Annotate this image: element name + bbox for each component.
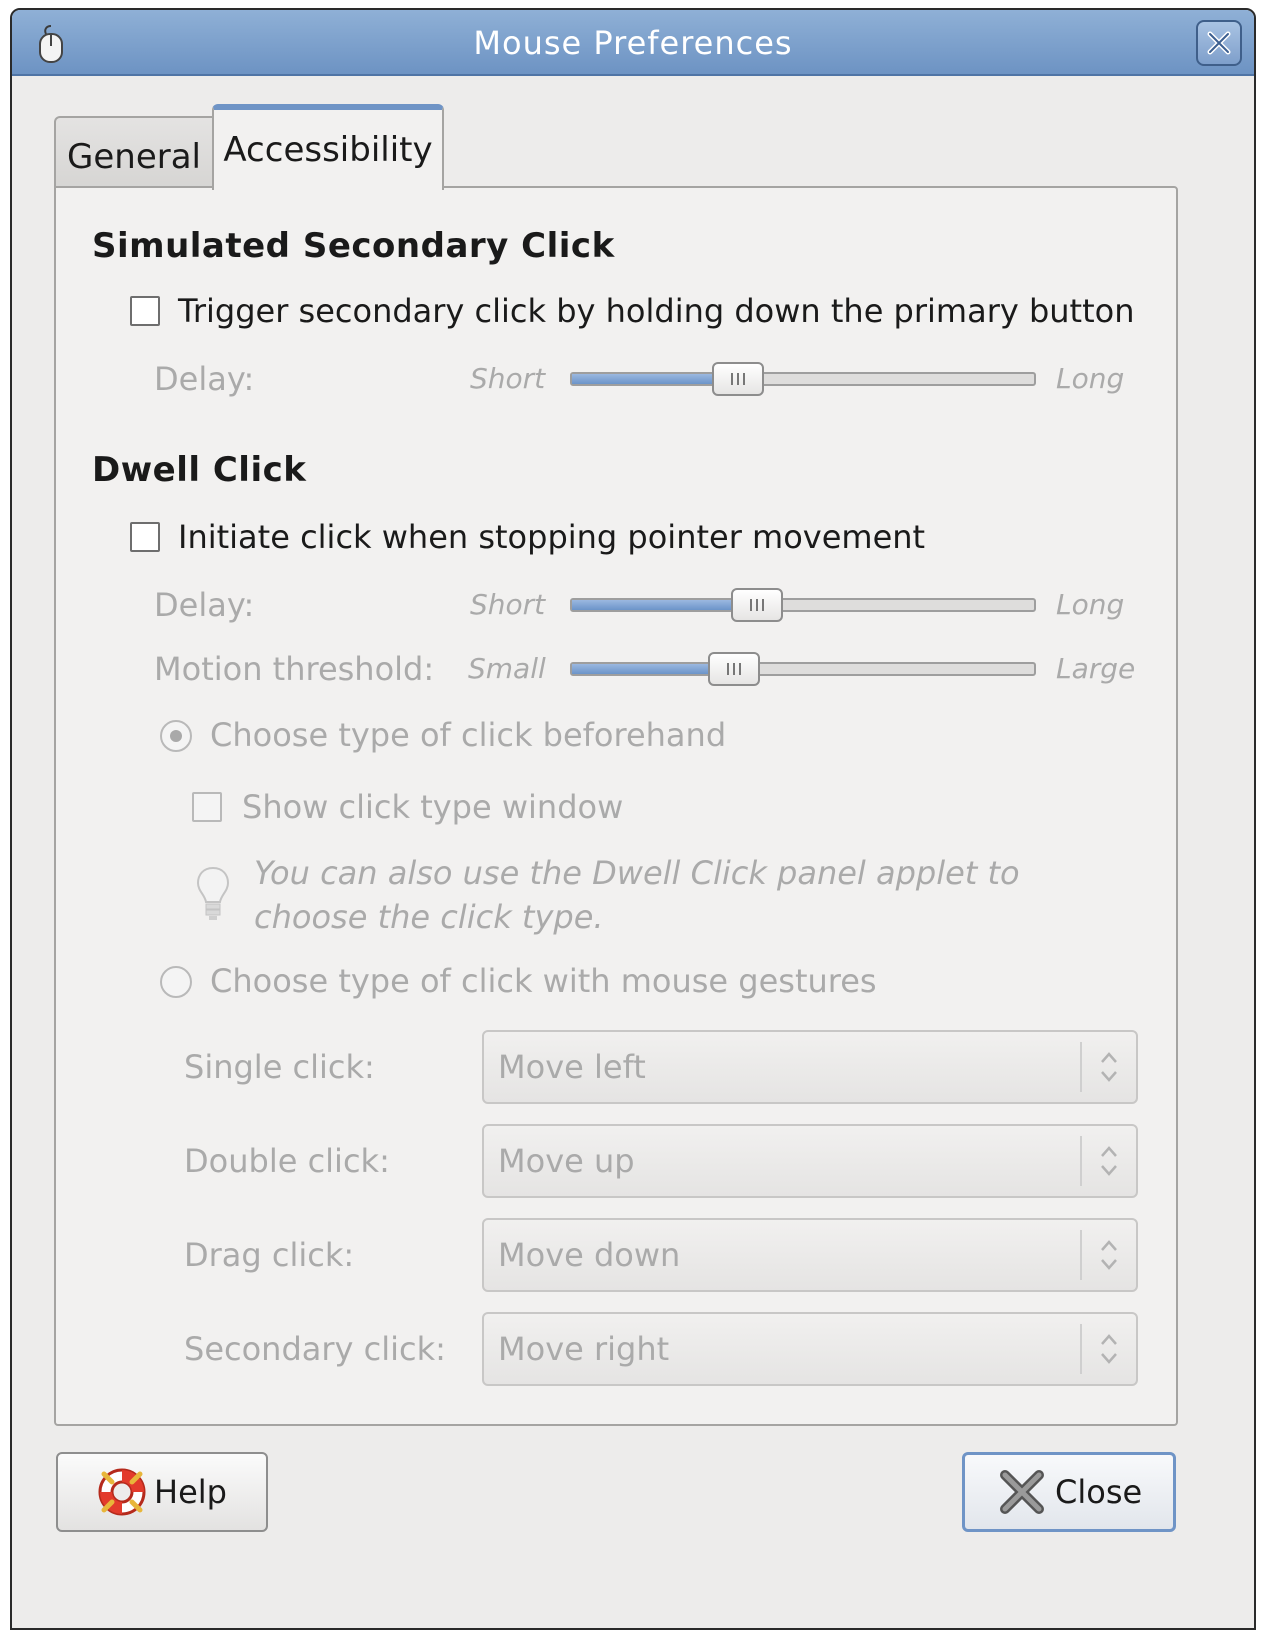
dwell-hint-line1: You can also use the Dwell Click panel a… (254, 854, 1020, 892)
tab-label: Accessibility (223, 130, 433, 170)
close-x-icon (1000, 1470, 1044, 1514)
section-heading-secondary-click: Simulated Secondary Click (92, 226, 615, 266)
up-down-arrows-icon (1101, 1052, 1117, 1082)
motion-threshold-slider[interactable] (570, 652, 1036, 686)
secondary-click-gesture-label: Secondary click: (184, 1330, 446, 1368)
close-button[interactable]: Close (962, 1452, 1176, 1532)
lightbulb-icon (196, 866, 230, 920)
tab-accessibility[interactable]: Accessibility (212, 104, 444, 190)
radio-click-beforehand-label[interactable]: Choose type of click beforehand (210, 716, 726, 754)
combo-separator (1080, 1324, 1082, 1374)
combo-value: Move up (498, 1142, 635, 1180)
up-down-arrows-icon (1101, 1240, 1117, 1270)
dwell-click-checkbox-label[interactable]: Initiate click when stopping pointer mov… (178, 518, 925, 556)
secondary-delay-min-label: Short (470, 362, 546, 395)
combo-value: Move right (498, 1330, 670, 1368)
section-heading-dwell-click: Dwell Click (92, 450, 307, 490)
radio-click-gestures[interactable] (160, 966, 192, 998)
secondary-delay-slider[interactable] (570, 362, 1036, 396)
dwell-hint-line2: choose the click type. (254, 898, 604, 936)
close-button-label: Close (1055, 1473, 1143, 1511)
single-click-label: Single click: (184, 1048, 375, 1086)
double-click-combo[interactable]: Move up (482, 1124, 1138, 1198)
secondary-delay-label: Delay: (154, 360, 255, 398)
combo-value: Move down (498, 1236, 681, 1274)
radio-dot (170, 730, 182, 742)
combo-separator (1080, 1230, 1082, 1280)
window-title: Mouse Preferences (473, 24, 793, 62)
slider-fill (572, 600, 757, 610)
motion-threshold-min-label: Small (468, 652, 546, 685)
window-close-button[interactable] (1196, 20, 1242, 66)
slider-thumb[interactable] (730, 588, 783, 622)
motion-threshold-max-label: Large (1056, 652, 1136, 685)
titlebar[interactable]: Mouse Preferences (12, 10, 1254, 76)
secondary-click-checkbox[interactable] (130, 296, 160, 326)
dwell-click-checkbox[interactable] (130, 522, 160, 552)
dwell-delay-slider[interactable] (570, 588, 1036, 622)
up-down-arrows-icon (1101, 1146, 1117, 1176)
single-click-combo[interactable]: Move left (482, 1030, 1138, 1104)
slider-thumb[interactable] (707, 652, 760, 686)
secondary-delay-max-label: Long (1056, 362, 1125, 395)
help-button-label: Help (154, 1473, 227, 1511)
help-lifebuoy-icon (98, 1468, 146, 1516)
up-down-arrows-icon (1101, 1334, 1117, 1364)
secondary-click-gesture-combo[interactable]: Move right (482, 1312, 1138, 1386)
motion-threshold-label: Motion threshold: (154, 650, 435, 688)
mouse-preferences-window: Mouse Preferences General Accessibility … (10, 8, 1256, 1630)
help-button[interactable]: Help (56, 1452, 268, 1532)
slider-thumb[interactable] (712, 362, 765, 396)
tab-general[interactable]: General (54, 116, 214, 188)
combo-separator (1080, 1042, 1082, 1092)
dwell-delay-min-label: Short (470, 588, 546, 621)
dwell-delay-max-label: Long (1056, 588, 1125, 621)
drag-click-label: Drag click: (184, 1236, 355, 1274)
accessibility-panel: Simulated Secondary Click Trigger second… (54, 186, 1178, 1426)
dwell-delay-label: Delay: (154, 586, 255, 624)
combo-value: Move left (498, 1048, 646, 1086)
show-click-window-label[interactable]: Show click type window (242, 788, 623, 826)
drag-click-combo[interactable]: Move down (482, 1218, 1138, 1292)
radio-click-gestures-label[interactable]: Choose type of click with mouse gestures (210, 962, 877, 1000)
show-click-window-checkbox[interactable] (192, 792, 222, 822)
secondary-click-checkbox-label[interactable]: Trigger secondary click by holding down … (178, 292, 1135, 330)
radio-click-beforehand[interactable] (160, 720, 192, 752)
double-click-label: Double click: (184, 1142, 390, 1180)
tab-label: General (67, 137, 201, 177)
combo-separator (1080, 1136, 1082, 1186)
close-icon (1207, 31, 1231, 55)
